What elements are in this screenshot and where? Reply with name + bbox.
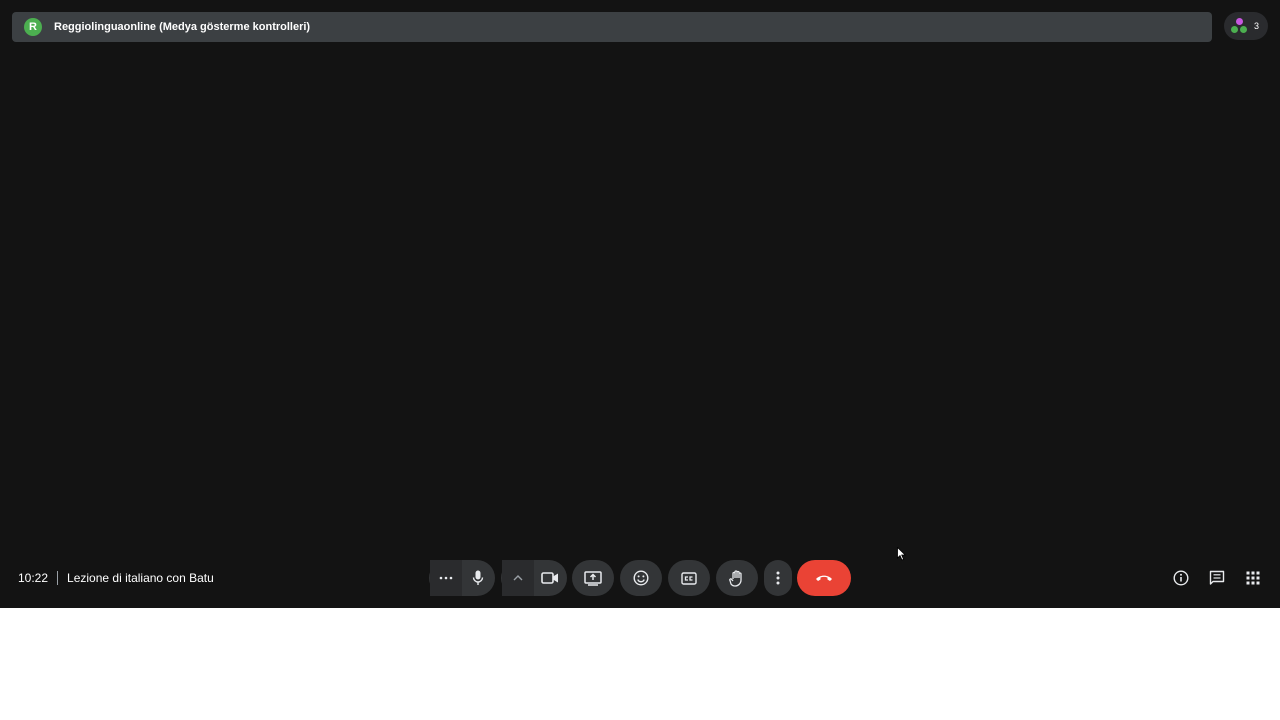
raise-hand-button[interactable] bbox=[716, 560, 758, 596]
meeting-time: 10:22 bbox=[18, 571, 49, 585]
presenter-banner: R Reggiolinguaonline (Medya gösterme kon… bbox=[12, 12, 1212, 42]
closed-caption-icon bbox=[681, 571, 697, 585]
meeting-info: 10:22 Lezione di italiano con Batu bbox=[18, 571, 214, 585]
chevron-up-icon bbox=[513, 575, 523, 581]
presenter-label: Reggiolinguaonline (Medya gösterme kontr… bbox=[54, 21, 311, 33]
chat-button[interactable] bbox=[1208, 569, 1226, 587]
meeting-stage: R Reggiolinguaonline (Medya gösterme kon… bbox=[0, 0, 1280, 608]
participant-count: 3 bbox=[1254, 21, 1260, 31]
activities-button[interactable] bbox=[1244, 569, 1262, 587]
hand-icon bbox=[729, 569, 742, 587]
mic-control-group bbox=[429, 560, 495, 596]
more-options-button[interactable] bbox=[764, 560, 792, 596]
emoji-button[interactable] bbox=[620, 560, 662, 596]
camera-options-button[interactable] bbox=[502, 560, 534, 596]
camera-control-group bbox=[501, 560, 567, 596]
meeting-title: Lezione di italiano con Batu bbox=[67, 571, 214, 585]
avatar: R bbox=[24, 18, 42, 36]
captions-button[interactable] bbox=[668, 560, 710, 596]
present-screen-button[interactable] bbox=[572, 560, 614, 596]
camera-button[interactable] bbox=[534, 560, 566, 596]
meeting-details-button[interactable] bbox=[1172, 569, 1190, 587]
chat-icon bbox=[1209, 570, 1225, 585]
ellipsis-icon bbox=[439, 576, 453, 580]
participants-button[interactable]: 3 bbox=[1224, 12, 1268, 40]
mic-icon bbox=[472, 570, 484, 585]
participants-icon bbox=[1230, 16, 1250, 36]
microphone-button[interactable] bbox=[462, 560, 494, 596]
vertical-dots-icon bbox=[776, 571, 780, 585]
call-end-icon bbox=[816, 575, 832, 581]
more-reactions-button[interactable] bbox=[430, 560, 462, 596]
emoji-icon bbox=[633, 570, 649, 586]
leave-call-button[interactable] bbox=[797, 560, 851, 596]
videocam-icon bbox=[541, 572, 558, 584]
info-icon bbox=[1173, 570, 1189, 586]
divider bbox=[57, 571, 59, 585]
mouse-cursor-icon bbox=[897, 547, 907, 561]
apps-grid-icon bbox=[1246, 571, 1260, 585]
present-to-all-icon bbox=[584, 570, 602, 586]
